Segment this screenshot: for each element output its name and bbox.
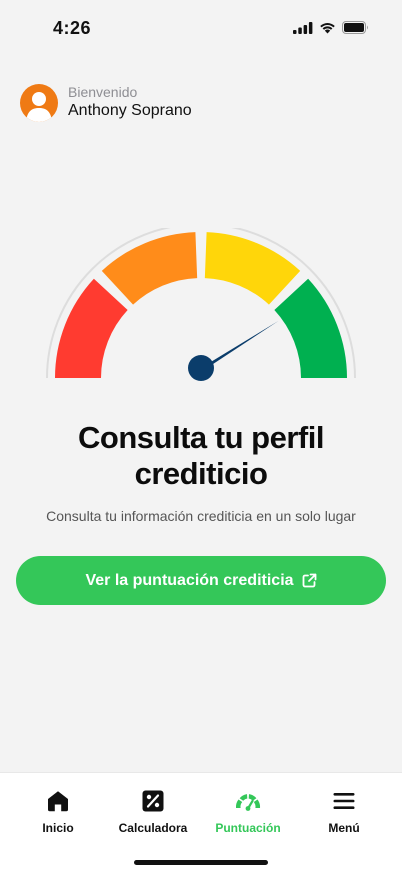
- user-text: Bienvenido Anthony Soprano: [68, 84, 192, 122]
- menu-icon: [333, 793, 355, 809]
- gauge-segment-red: [55, 278, 128, 378]
- gauge-icon: [235, 794, 261, 811]
- greeting: Bienvenido: [68, 84, 138, 100]
- credit-score-gauge: [46, 228, 356, 381]
- gauge-segment-orange: [101, 232, 198, 305]
- user-silhouette-icon: [26, 92, 52, 122]
- home-icon: [48, 791, 68, 812]
- signal-icon: [293, 21, 313, 34]
- status-icons: [293, 21, 369, 34]
- page-title: Consulta tu perfil crediticio: [0, 420, 402, 492]
- user-block: Bienvenido Anthony Soprano: [20, 84, 192, 122]
- status-bar: 4:26: [0, 0, 402, 58]
- tab-calculadora[interactable]: Calculadora: [108, 789, 198, 835]
- tab-label-inicio: Inicio: [42, 821, 74, 835]
- view-credit-score-button[interactable]: Ver la puntuación crediticia: [16, 556, 386, 605]
- percent-icon: [142, 790, 164, 812]
- tab-inicio[interactable]: Inicio: [13, 789, 103, 835]
- gauge-segment-yellow: [204, 232, 301, 305]
- tab-label-menu: Menú: [328, 821, 360, 835]
- username: Anthony Soprano: [68, 102, 192, 119]
- battery-icon: [342, 21, 368, 34]
- tab-puntuacion[interactable]: Puntuación: [203, 789, 293, 835]
- gauge-segment-green: [274, 278, 347, 378]
- avatar[interactable]: [20, 84, 58, 122]
- external-link-icon: [302, 573, 316, 588]
- page-subtitle: Consulta tu información crediticia en un…: [46, 508, 356, 524]
- wifi-icon: [320, 22, 335, 33]
- title-line-2: crediticio: [134, 456, 268, 491]
- tab-label-calculadora: Calculadora: [118, 821, 188, 835]
- cta-label: Ver la puntuación crediticia: [85, 571, 294, 589]
- tab-label-puntuacion: Puntuación: [215, 821, 281, 835]
- tab-menu[interactable]: Menú: [299, 789, 389, 835]
- home-indicator: [134, 860, 268, 865]
- status-time: 4:26: [53, 18, 92, 38]
- title-line-1: Consulta tu perfil: [78, 420, 324, 455]
- gauge-needle-hub: [188, 355, 214, 381]
